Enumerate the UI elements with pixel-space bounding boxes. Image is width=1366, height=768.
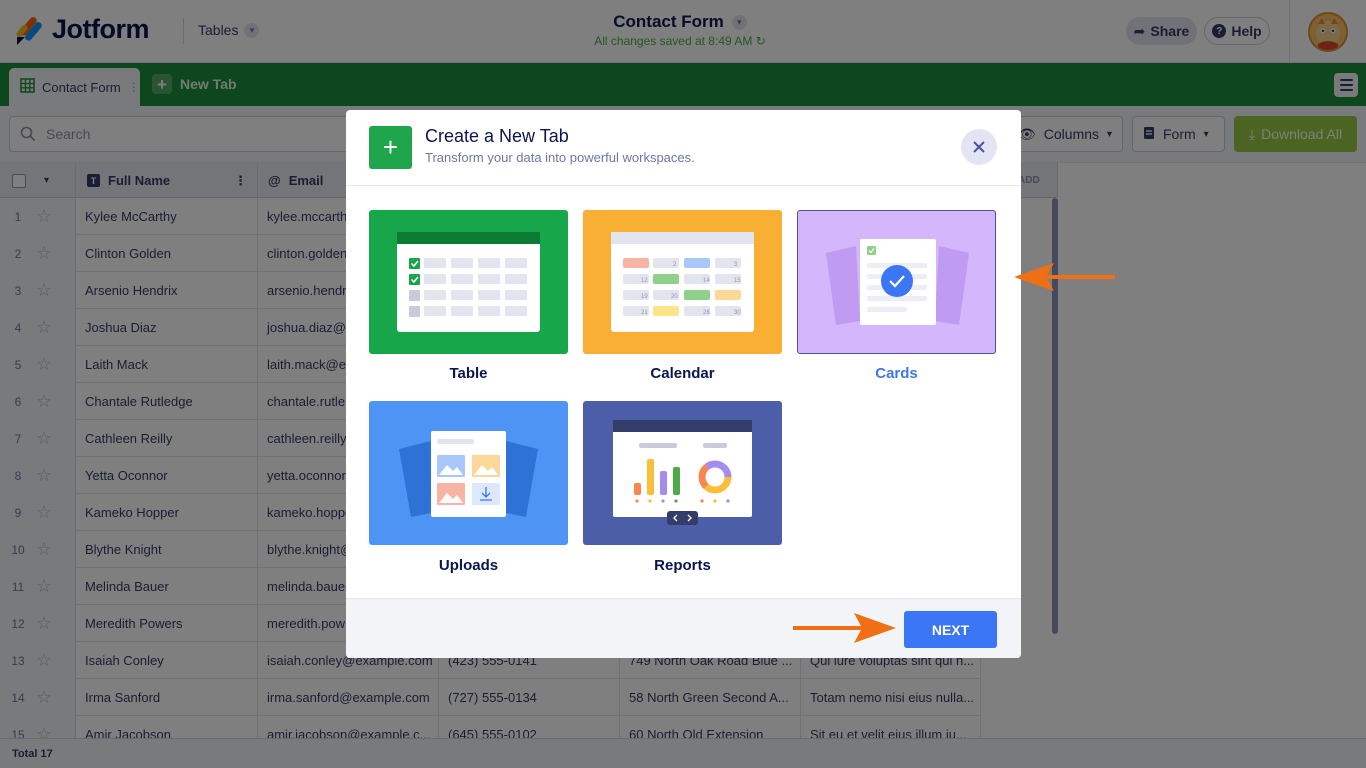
calendar-number: 19 <box>641 294 648 300</box>
option-cards-card[interactable] <box>797 210 996 354</box>
calendar-number: 20 <box>671 294 678 300</box>
option-calendar-card[interactable]: 2 3 12 14 15 19 20 21 28 30 <box>583 210 782 354</box>
cards-illustration-icon <box>826 239 969 325</box>
plus-icon: + <box>369 126 412 169</box>
option-uploads-card[interactable] <box>369 401 568 545</box>
calendar-number: 30 <box>734 310 741 316</box>
calendar-number: 12 <box>641 278 648 284</box>
table-illustration-icon <box>397 232 540 332</box>
uploads-illustration-icon <box>399 431 538 517</box>
option-label[interactable]: Table <box>369 365 568 382</box>
calendar-number: 21 <box>641 310 648 316</box>
option-label[interactable]: Uploads <box>369 557 568 574</box>
next-button[interactable]: NEXT <box>904 611 997 648</box>
option-label[interactable]: Reports <box>583 557 782 574</box>
modal-title: Create a New Tab <box>425 126 569 146</box>
close-icon <box>973 141 985 153</box>
modal-subtitle: Transform your data into powerful worksp… <box>425 150 695 165</box>
close-button[interactable] <box>961 129 997 165</box>
calendar-number: 28 <box>703 310 710 316</box>
option-table-card[interactable] <box>369 210 568 354</box>
modal-header: + Create a New Tab Transform your data i… <box>346 110 1021 186</box>
annotation-arrow-icon <box>1014 263 1115 291</box>
option-label[interactable]: Calendar <box>583 365 782 382</box>
annotation-arrow-icon <box>793 613 896 643</box>
calendar-number: 14 <box>703 278 710 284</box>
reports-illustration-icon <box>613 420 752 525</box>
modal-footer: NEXT <box>346 598 1021 658</box>
create-tab-modal: + Create a New Tab Transform your data i… <box>346 110 1021 658</box>
option-label[interactable]: Cards <box>797 365 996 382</box>
option-reports-card[interactable] <box>583 401 782 545</box>
calendar-number: 15 <box>734 278 741 284</box>
calendar-illustration-icon: 2 3 12 14 15 19 20 21 28 30 <box>611 232 754 332</box>
